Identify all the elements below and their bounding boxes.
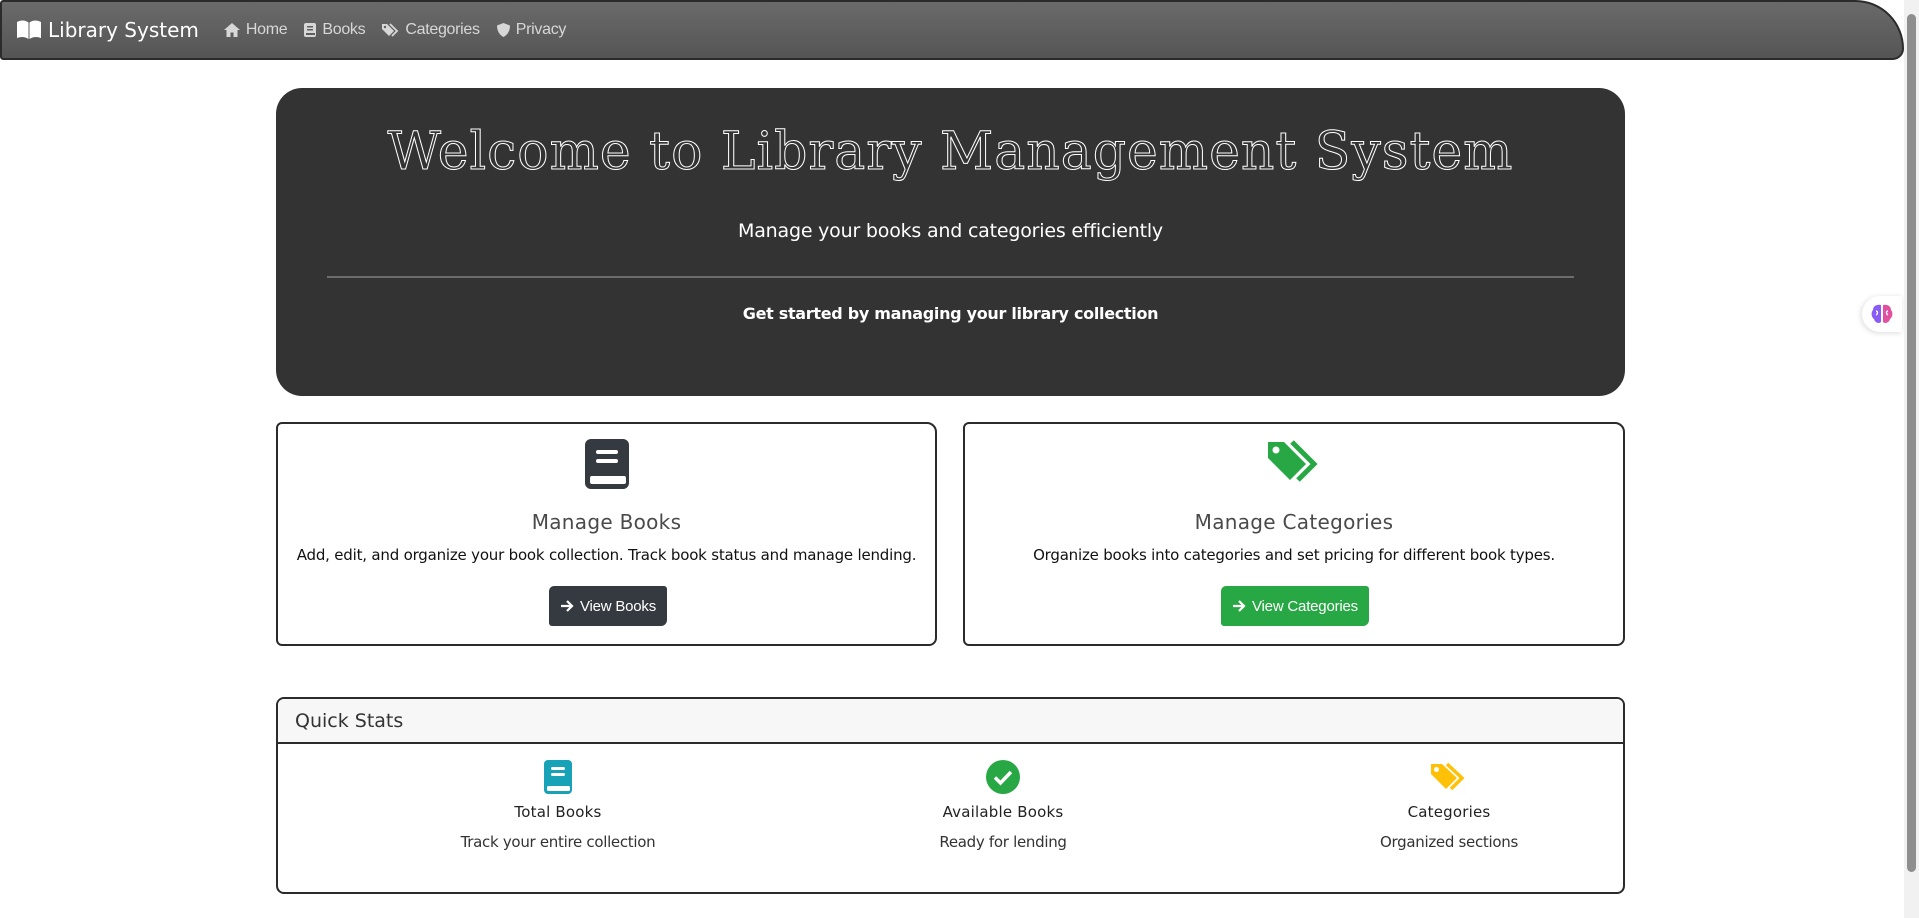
nav-item-categories[interactable]: Categories: [381, 21, 480, 39]
hero-divider: [327, 276, 1574, 278]
stat-categories: Categories Organized sections: [1226, 758, 1623, 851]
arrow-right-icon: [1233, 600, 1246, 612]
stat-label: Categories: [1407, 803, 1491, 821]
book-icon: [584, 439, 629, 489]
quick-stats-header: Quick Stats: [278, 699, 1623, 744]
extension-floating-button[interactable]: [1862, 296, 1902, 332]
stat-label: Available Books: [942, 803, 1064, 821]
stat-label: Total Books: [514, 803, 602, 821]
nav-item-label: Home: [245, 21, 288, 38]
stat-description: Ready for lending: [939, 833, 1067, 851]
manage-books-card: Manage Books Add, edit, and organize you…: [276, 422, 937, 646]
card-title: Manage Categories: [1194, 510, 1394, 534]
nav-item-privacy[interactable]: Privacy: [496, 21, 566, 39]
stat-description: Track your entire collection: [460, 833, 656, 851]
nav-item-label: Categories: [405, 21, 480, 38]
brand-link[interactable]: Library System: [16, 18, 199, 42]
button-label: View Books: [579, 597, 657, 615]
button-label: View Categories: [1252, 597, 1358, 615]
shield-icon: [496, 23, 510, 37]
open-book-icon: [17, 20, 41, 39]
hero-title: Welcome to Library Management System: [387, 122, 1514, 183]
arrow-right-icon: [560, 600, 574, 612]
tags-icon: [382, 23, 399, 37]
nav-item-home[interactable]: Home: [223, 21, 288, 39]
book-icon: [304, 23, 317, 37]
check-circle-icon: [986, 760, 1020, 794]
stat-total-books: Total Books Track your entire collection: [335, 758, 781, 851]
hero-jumbotron: Welcome to Library Management System Man…: [276, 88, 1625, 396]
hero-subtitle: Manage your books and categories efficie…: [738, 220, 1163, 242]
view-categories-button[interactable]: View Categories: [1221, 586, 1369, 626]
scrollbar-thumb[interactable]: [1907, 14, 1916, 872]
stat-available-books: Available Books Ready for lending: [780, 758, 1226, 851]
tags-icon: [1431, 762, 1465, 791]
navbar: Library System Home Books Categories Pri…: [0, 0, 1904, 60]
hero-lead-text: Get started by managing your library col…: [742, 304, 1159, 323]
vertical-scrollbar[interactable]: [1904, 0, 1919, 918]
nav-item-books[interactable]: Books: [303, 21, 366, 39]
card-text: Add, edit, and organize your book collec…: [296, 546, 917, 564]
card-title: Manage Books: [531, 510, 682, 534]
brain-icon: [1871, 304, 1893, 323]
home-icon: [223, 23, 240, 37]
nav-item-label: Books: [322, 21, 366, 38]
tags-icon: [1268, 440, 1318, 482]
card-text: Organize books into categories and set p…: [1033, 546, 1555, 564]
view-books-button[interactable]: View Books: [549, 586, 667, 626]
book-icon: [544, 760, 572, 794]
manage-categories-card: Manage Categories Organize books into ca…: [963, 422, 1625, 646]
stat-description: Organized sections: [1380, 833, 1518, 851]
nav-item-label: Privacy: [515, 21, 567, 38]
brand-label: Library System: [48, 18, 199, 42]
quick-stats-card: Quick Stats Total Books Track your entir…: [276, 697, 1625, 894]
